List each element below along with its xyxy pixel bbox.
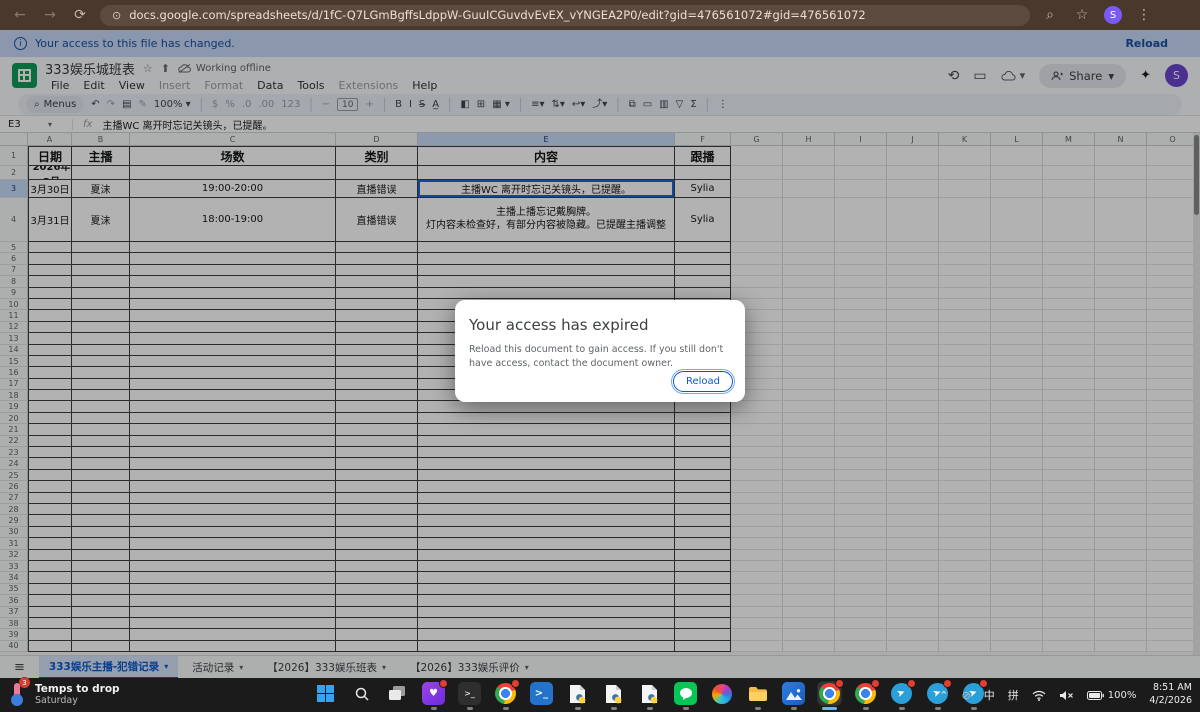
thermometer-icon: 3 [6, 681, 28, 707]
browser-profile-avatar[interactable]: S [1104, 6, 1122, 24]
battery-indicator[interactable]: 100% [1087, 690, 1137, 701]
bookmark-star-icon[interactable]: ☆ [1072, 7, 1092, 23]
access-expired-dialog: Your access has expired Reload this docu… [455, 300, 745, 402]
ime-mode[interactable]: 拼 [1008, 687, 1019, 703]
page-content: i Your access to this file has changed. … [0, 30, 1200, 678]
taskbar-folder-icon[interactable] [745, 682, 770, 711]
taskbar-office-365-icon[interactable] [709, 682, 734, 711]
notification-badge [511, 679, 520, 688]
dialog-body: Reload this document to gain access. If … [469, 343, 731, 371]
forward-icon[interactable]: → [40, 7, 60, 23]
weather-subtext: Saturday [35, 695, 120, 706]
browser-toolbar: ← → ⟳ ⊙ docs.google.com/spreadsheets/d/1… [0, 0, 1200, 30]
taskbar-chrome-active-icon[interactable] [817, 682, 842, 711]
notification-badge [835, 679, 844, 688]
clock-time: 8:51 AM [1149, 682, 1192, 695]
battery-percent: 100% [1108, 690, 1137, 701]
taskbar-chrome-2-icon[interactable] [853, 682, 878, 711]
notification-badge [439, 679, 448, 688]
url-text[interactable]: docs.google.com/spreadsheets/d/1fC-Q7LGm… [129, 8, 866, 22]
taskbar-task-view-icon[interactable] [385, 682, 410, 711]
battery-icon [1087, 691, 1104, 700]
system-tray: ⌃ ⊘ 中 拼 100% [939, 678, 1192, 712]
taskbar-icons: ♥>_>_➤➤➤ [313, 682, 986, 711]
address-bar[interactable]: ⊙ docs.google.com/spreadsheets/d/1fC-Q7L… [100, 5, 1030, 26]
windows-taskbar: 3 Temps to drop Saturday ♥>_>_➤➤➤ ⌃ ⊘ 中 … [0, 678, 1200, 712]
taskbar-python-doc-2-icon[interactable] [601, 682, 626, 711]
wifi-icon[interactable] [1032, 690, 1046, 701]
reload-icon[interactable]: ⟳ [70, 7, 90, 23]
taskbar-purple-app-icon[interactable]: ♥ [421, 682, 446, 711]
taskbar-telegram-1-icon[interactable]: ➤ [889, 682, 914, 711]
clock-date: 4/2/2026 [1149, 695, 1192, 708]
dialog-reload-button[interactable]: Reload [673, 371, 733, 392]
taskbar-line-icon[interactable] [673, 682, 698, 711]
volume-muted-icon[interactable] [1059, 690, 1074, 701]
screen: ← → ⟳ ⊙ docs.google.com/spreadsheets/d/1… [0, 0, 1200, 712]
ime-language[interactable]: 中 [984, 687, 995, 703]
browser-menu-icon[interactable]: ⋮ [1134, 7, 1154, 23]
muted-mic-icon[interactable]: ⊘ [962, 689, 971, 702]
notification-badge [907, 679, 916, 688]
zoom-icon[interactable]: ⌕ [1040, 7, 1060, 23]
tray-chevron-icon[interactable]: ⌃ [939, 689, 948, 702]
taskbar-python-doc-3-icon[interactable] [637, 682, 662, 711]
site-info-icon[interactable]: ⊙ [112, 9, 121, 22]
taskbar-clock[interactable]: 8:51 AM 4/2/2026 [1149, 682, 1192, 708]
weather-badge: 3 [19, 677, 30, 688]
weather-headline: Temps to drop [35, 683, 120, 695]
taskbar-chrome-profile-icon[interactable] [493, 682, 518, 711]
taskbar-start-icon[interactable] [313, 682, 338, 711]
taskbar-search-icon[interactable] [349, 682, 374, 711]
dialog-title: Your access has expired [469, 316, 731, 334]
taskbar-photos-icon[interactable] [781, 682, 806, 711]
taskbar-powershell-icon[interactable]: >_ [529, 682, 554, 711]
back-icon[interactable]: ← [10, 7, 30, 23]
taskbar-terminal-icon[interactable]: >_ [457, 682, 482, 711]
notification-badge [871, 679, 880, 688]
taskbar-python-doc-1-icon[interactable] [565, 682, 590, 711]
weather-widget[interactable]: 3 Temps to drop Saturday [6, 681, 120, 707]
